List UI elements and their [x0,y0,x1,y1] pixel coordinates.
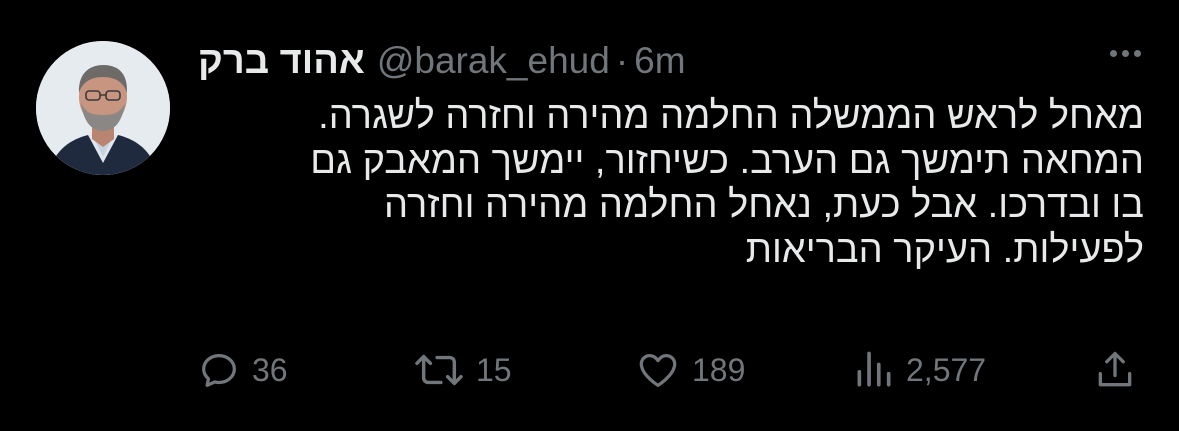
retweet-count: 15 [476,351,512,388]
tweet[interactable]: אהוד ברק @barak_ehud · 6m מאחל לראש הממש… [0,0,1179,431]
tweet-header: אהוד ברק @barak_ehud · 6m [198,38,686,84]
avatar[interactable] [36,41,170,175]
share-button[interactable] [1093,342,1137,398]
views-icon [857,351,891,387]
user-handle[interactable]: @barak_ehud [377,40,610,82]
profile-photo [36,41,170,175]
reply-count: 36 [252,351,288,388]
retweet-button[interactable]: 15 [412,342,512,398]
like-count: 189 [692,351,746,388]
views-count: 2,577 [906,351,987,388]
tweet-text: מאחל לראש הממשלה החלמה מהירה וחזרה לשגרה… [200,94,1144,272]
tweet-text-line: המחאה תימשך גם הערב. כשיחזור, יימשך המאב… [310,139,1144,182]
separator-dot: · [615,40,629,81]
retweet-icon [415,354,463,386]
timestamp[interactable]: 6m [634,40,685,82]
reply-button[interactable]: 36 [196,342,288,398]
display-name[interactable]: אהוד ברק [198,40,365,83]
share-icon [1098,351,1132,387]
tweet-text-line: לפעילות. העיקר הבריאות [745,228,1144,271]
tweet-text-line: מאחל לראש הממשלה החלמה מהירה וחזרה לשגרה… [318,95,1144,137]
reply-icon [202,353,236,387]
action-bar: 36 15 189 2,577 [0,342,1179,398]
views-button[interactable]: 2,577 [852,342,986,398]
like-button[interactable]: 189 [634,342,745,398]
tweet-text-line: בו ובדרכו. אבל כעת, נאחל החלמה מהירה וחז… [384,184,1144,226]
heart-icon [639,353,677,387]
more-icon[interactable] [1110,50,1141,57]
